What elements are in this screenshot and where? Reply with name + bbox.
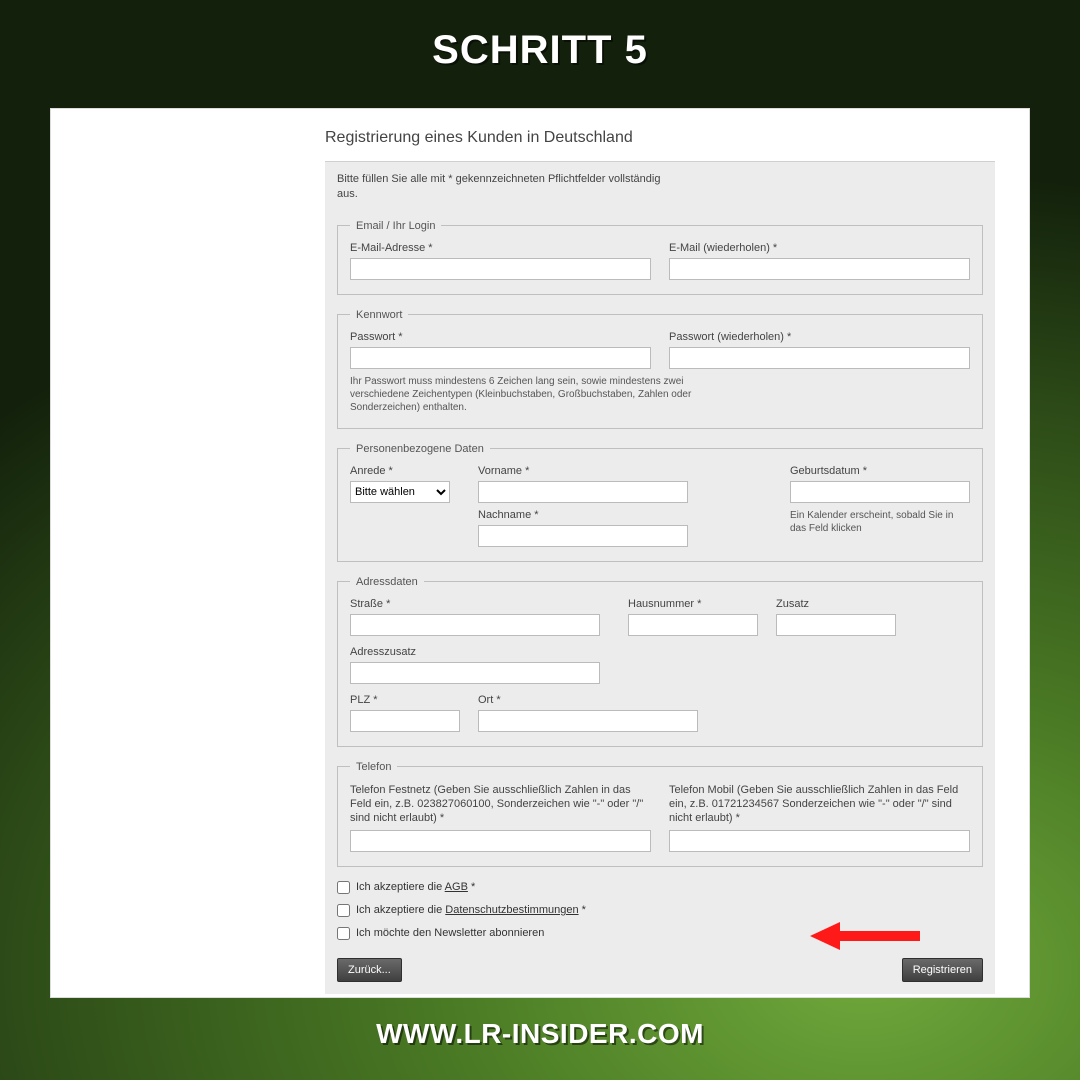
screenshot-card: Registrierung eines Kunden in Deutschlan… (50, 108, 1030, 998)
arrow-left-icon (810, 920, 920, 952)
houseno-label: Hausnummer * (628, 598, 758, 610)
consent-agb-prefix: Ich akzeptiere die (356, 881, 445, 893)
consent-newsletter-checkbox[interactable] (337, 927, 350, 940)
landline-field[interactable] (350, 830, 651, 852)
consent-privacy-suffix: * (579, 904, 586, 916)
group-password: Kennwort Passwort * Passwort (wiederhole… (337, 309, 983, 429)
footer-url: WWW.LR-INSIDER.COM (0, 1018, 1080, 1050)
password-repeat-field[interactable] (669, 347, 970, 369)
agb-link[interactable]: AGB (445, 881, 468, 893)
addition-label: Zusatz (776, 598, 896, 610)
consent-privacy-text: Ich akzeptiere die Datenschutzbestimmung… (356, 904, 586, 916)
arrow-annotation (810, 920, 920, 952)
group-address-legend: Adressdaten (350, 576, 424, 588)
consent-agb-suffix: * (468, 881, 475, 893)
consent-agb-checkbox[interactable] (337, 881, 350, 894)
city-field[interactable] (478, 710, 698, 732)
city-label: Ort * (478, 694, 698, 706)
houseno-field[interactable] (628, 614, 758, 636)
password-field[interactable] (350, 347, 651, 369)
mobile-field[interactable] (669, 830, 970, 852)
back-button[interactable]: Zurück... (337, 958, 402, 982)
privacy-link[interactable]: Datenschutzbestimmungen (445, 904, 578, 916)
group-login-legend: Email / Ihr Login (350, 220, 441, 232)
group-personal-legend: Personenbezogene Daten (350, 443, 490, 455)
email-field[interactable] (350, 258, 651, 280)
group-personal: Personenbezogene Daten Anrede * Bitte wä… (337, 443, 983, 562)
password-repeat-label: Passwort (wiederholen) * (669, 331, 970, 343)
lastname-field[interactable] (478, 525, 688, 547)
form-body: Bitte füllen Sie alle mit * gekennzeichn… (325, 161, 995, 994)
register-button[interactable]: Registrieren (902, 958, 983, 982)
consent-agb-text: Ich akzeptiere die AGB * (356, 881, 475, 893)
consent-privacy-row: Ich akzeptiere die Datenschutzbestimmung… (337, 904, 983, 917)
firstname-field[interactable] (478, 481, 688, 503)
page-title: SCHRITT 5 (0, 28, 1080, 73)
group-login: Email / Ihr Login E-Mail-Adresse * E-Mai… (337, 220, 983, 295)
street-label: Straße * (350, 598, 610, 610)
salutation-label: Anrede * (350, 465, 460, 477)
salutation-select[interactable]: Bitte wählen (350, 481, 450, 503)
landline-label: Telefon Festnetz (Geben Sie ausschließli… (350, 783, 651, 826)
form-intro: Bitte füllen Sie alle mit * gekennzeichn… (337, 172, 673, 202)
group-phone: Telefon Telefon Festnetz (Geben Sie auss… (337, 761, 983, 867)
password-label: Passwort * (350, 331, 651, 343)
consent-newsletter-label: Ich möchte den Newsletter abonnieren (356, 927, 544, 939)
addition-field[interactable] (776, 614, 896, 636)
consent-privacy-checkbox[interactable] (337, 904, 350, 917)
lastname-label: Nachname * (478, 509, 688, 521)
dob-label: Geburtsdatum * (790, 465, 970, 477)
consent-privacy-prefix: Ich akzeptiere die (356, 904, 445, 916)
password-hint: Ihr Passwort muss mindestens 6 Zeichen l… (350, 375, 710, 414)
consent-agb-row: Ich akzeptiere die AGB * (337, 881, 983, 894)
group-password-legend: Kennwort (350, 309, 408, 321)
dob-hint: Ein Kalender erscheint, sobald Sie in da… (790, 509, 970, 535)
email-label: E-Mail-Adresse * (350, 242, 651, 254)
addr-addition-label: Adresszusatz (350, 646, 970, 658)
street-field[interactable] (350, 614, 600, 636)
zip-field[interactable] (350, 710, 460, 732)
addr-addition-field[interactable] (350, 662, 600, 684)
email-repeat-field[interactable] (669, 258, 970, 280)
email-repeat-label: E-Mail (wiederholen) * (669, 242, 970, 254)
firstname-label: Vorname * (478, 465, 688, 477)
group-phone-legend: Telefon (350, 761, 397, 773)
zip-label: PLZ * (350, 694, 460, 706)
form-heading: Registrierung eines Kunden in Deutschlan… (325, 129, 995, 147)
group-address: Adressdaten Straße * Hausnummer * Zusatz (337, 576, 983, 747)
dob-field[interactable] (790, 481, 970, 503)
mobile-label: Telefon Mobil (Geben Sie ausschließlich … (669, 783, 970, 826)
